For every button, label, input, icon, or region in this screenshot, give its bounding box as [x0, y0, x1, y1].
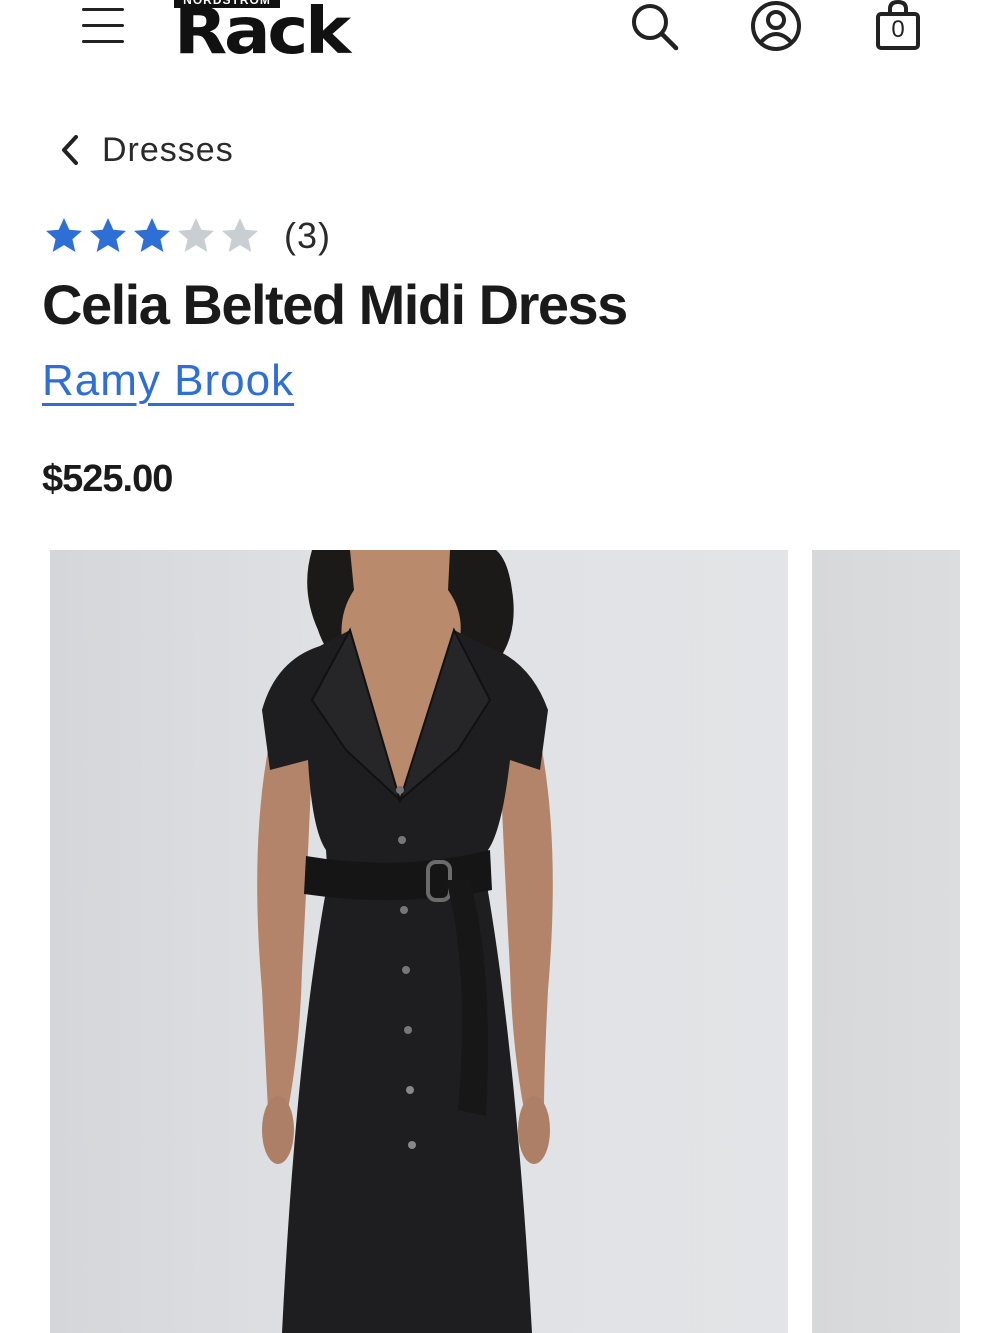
model-wearing-black-dress-image — [257, 550, 553, 1333]
logo-rack-text: Rack — [174, 0, 351, 69]
review-count[interactable]: (3) — [284, 215, 331, 257]
star-filled-icon — [134, 218, 170, 252]
product-image-gallery[interactable] — [50, 550, 1000, 1333]
product-title: Celia Belted Midi Dress — [42, 273, 628, 336]
nordstrom-rack-logo[interactable]: NORDSTROM Rack — [174, 0, 392, 64]
account-icon[interactable] — [748, 0, 802, 54]
bag-count-badge: 0 — [891, 16, 905, 43]
chevron-left-icon — [62, 135, 78, 165]
product-rating[interactable]: (3) — [42, 212, 331, 260]
star-rating — [42, 214, 262, 258]
star-filled-icon — [46, 218, 82, 252]
brand-link[interactable]: Ramy Brook — [42, 356, 294, 406]
product-price: $525.00 — [42, 458, 173, 500]
product-image-main[interactable] — [50, 550, 788, 1333]
star-empty-icon — [222, 218, 258, 252]
search-icon[interactable] — [628, 0, 682, 54]
star-empty-icon — [178, 218, 214, 252]
hamburger-menu-icon[interactable] — [80, 4, 126, 48]
site-header: NORDSTROM Rack 0 — [0, 0, 1000, 80]
breadcrumb-label: Dresses — [102, 130, 234, 169]
product-image-next-peek[interactable] — [812, 550, 960, 1333]
star-filled-icon — [90, 218, 126, 252]
breadcrumb-back-link[interactable]: Dresses — [58, 126, 234, 174]
shopping-bag-icon[interactable]: 0 — [872, 0, 926, 54]
